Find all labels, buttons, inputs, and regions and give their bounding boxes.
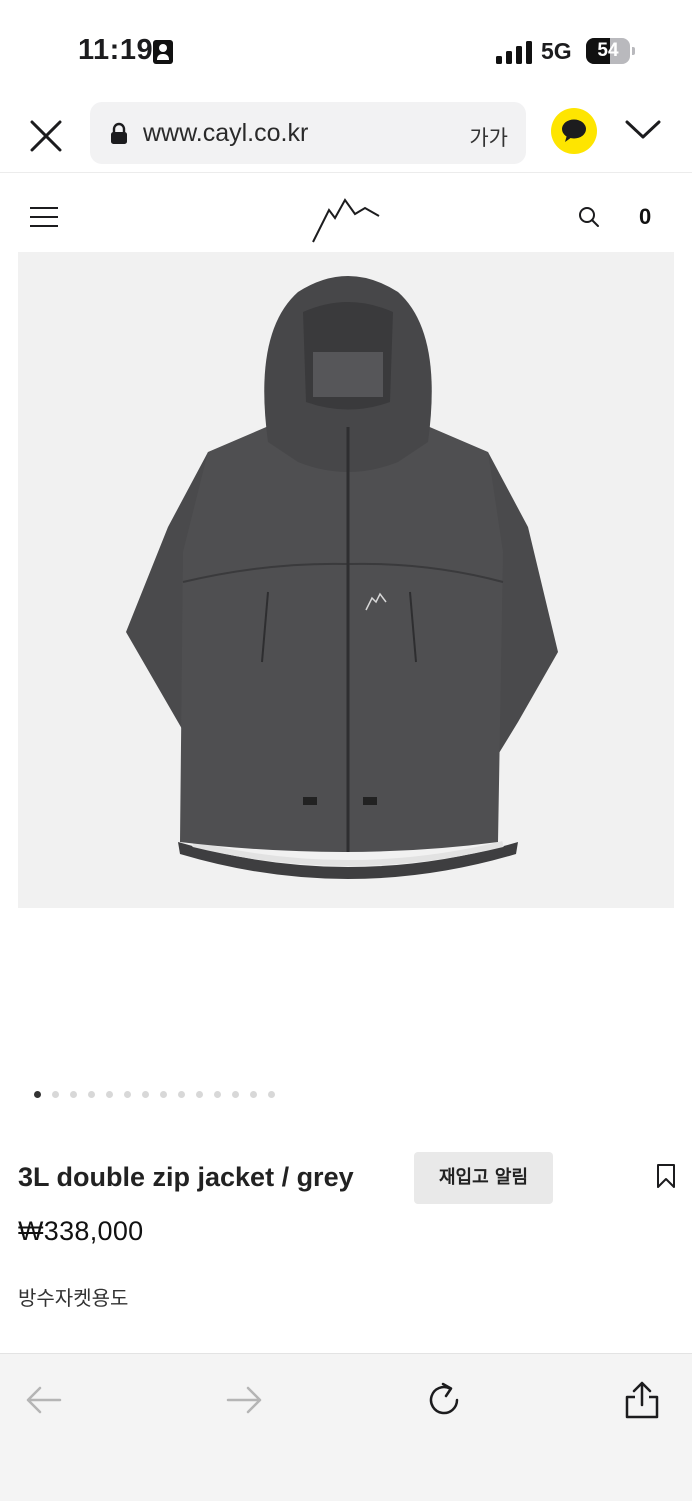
lock-icon [111,122,127,144]
pager-dot[interactable] [250,1091,257,1098]
pager-dot[interactable] [196,1091,203,1098]
cayl-logo[interactable] [311,192,381,244]
browser-bottom-toolbar [0,1353,692,1501]
reload-button[interactable] [424,1380,464,1420]
battery-tip [632,47,635,55]
pager-dot[interactable] [268,1091,275,1098]
product-title: 3L double zip jacket / grey [18,1162,354,1192]
pager-dot[interactable] [142,1091,149,1098]
bookmark-button[interactable] [656,1163,676,1189]
status-time: 11:19 [78,34,154,66]
address-bar[interactable]: www.cayl.co.kr 가가 [90,102,526,164]
close-icon [30,120,62,152]
share-icon [625,1381,659,1419]
kakao-chat-button[interactable] [551,108,597,154]
cart-count[interactable]: 0 [639,204,651,230]
pager-dot[interactable] [232,1091,239,1098]
bookmark-icon [657,1164,675,1188]
jacket-photo [126,276,558,879]
status-bar: 11:19 5G 54 [0,0,692,96]
search-button[interactable] [578,206,600,228]
person-badge-icon [153,40,173,64]
back-arrow-icon [26,1386,62,1414]
battery-level: 54 [597,40,619,61]
kakao-chat-icon [562,119,586,142]
pager-dot[interactable] [178,1091,185,1098]
pager-dot[interactable] [124,1091,131,1098]
browser-toolbar: www.cayl.co.kr 가가 [0,96,692,173]
expand-button[interactable] [624,118,662,142]
restock-alert-button[interactable]: 재입고 알림 [414,1152,553,1204]
battery-icon: 54 [586,38,630,64]
close-button[interactable] [24,114,68,158]
pager-dot[interactable] [214,1091,221,1098]
share-button[interactable] [622,1380,662,1420]
product-image[interactable] [18,252,674,908]
pager-dot[interactable] [34,1091,41,1098]
signal-icon [496,40,532,64]
chevron-down-icon [625,120,661,139]
text-size-button[interactable]: 가가 [469,122,508,152]
url-text: www.cayl.co.kr [143,119,309,147]
product-price: ₩338,000 [18,1216,144,1246]
pager-dot[interactable] [52,1091,59,1098]
search-icon [579,207,599,227]
site-header: 0 [0,172,692,252]
back-button[interactable] [24,1380,64,1420]
pager-dot[interactable] [160,1091,167,1098]
reload-icon [429,1382,459,1415]
pager-dot[interactable] [70,1091,77,1098]
network-label: 5G [541,38,572,64]
forward-button[interactable] [224,1380,264,1420]
hamburger-menu-icon [30,207,58,227]
forward-arrow-icon [226,1386,262,1414]
pager-dot[interactable] [88,1091,95,1098]
pager-dot[interactable] [106,1091,113,1098]
product-description: 방수자켓용도 [18,1286,129,1310]
menu-button[interactable] [30,206,58,228]
